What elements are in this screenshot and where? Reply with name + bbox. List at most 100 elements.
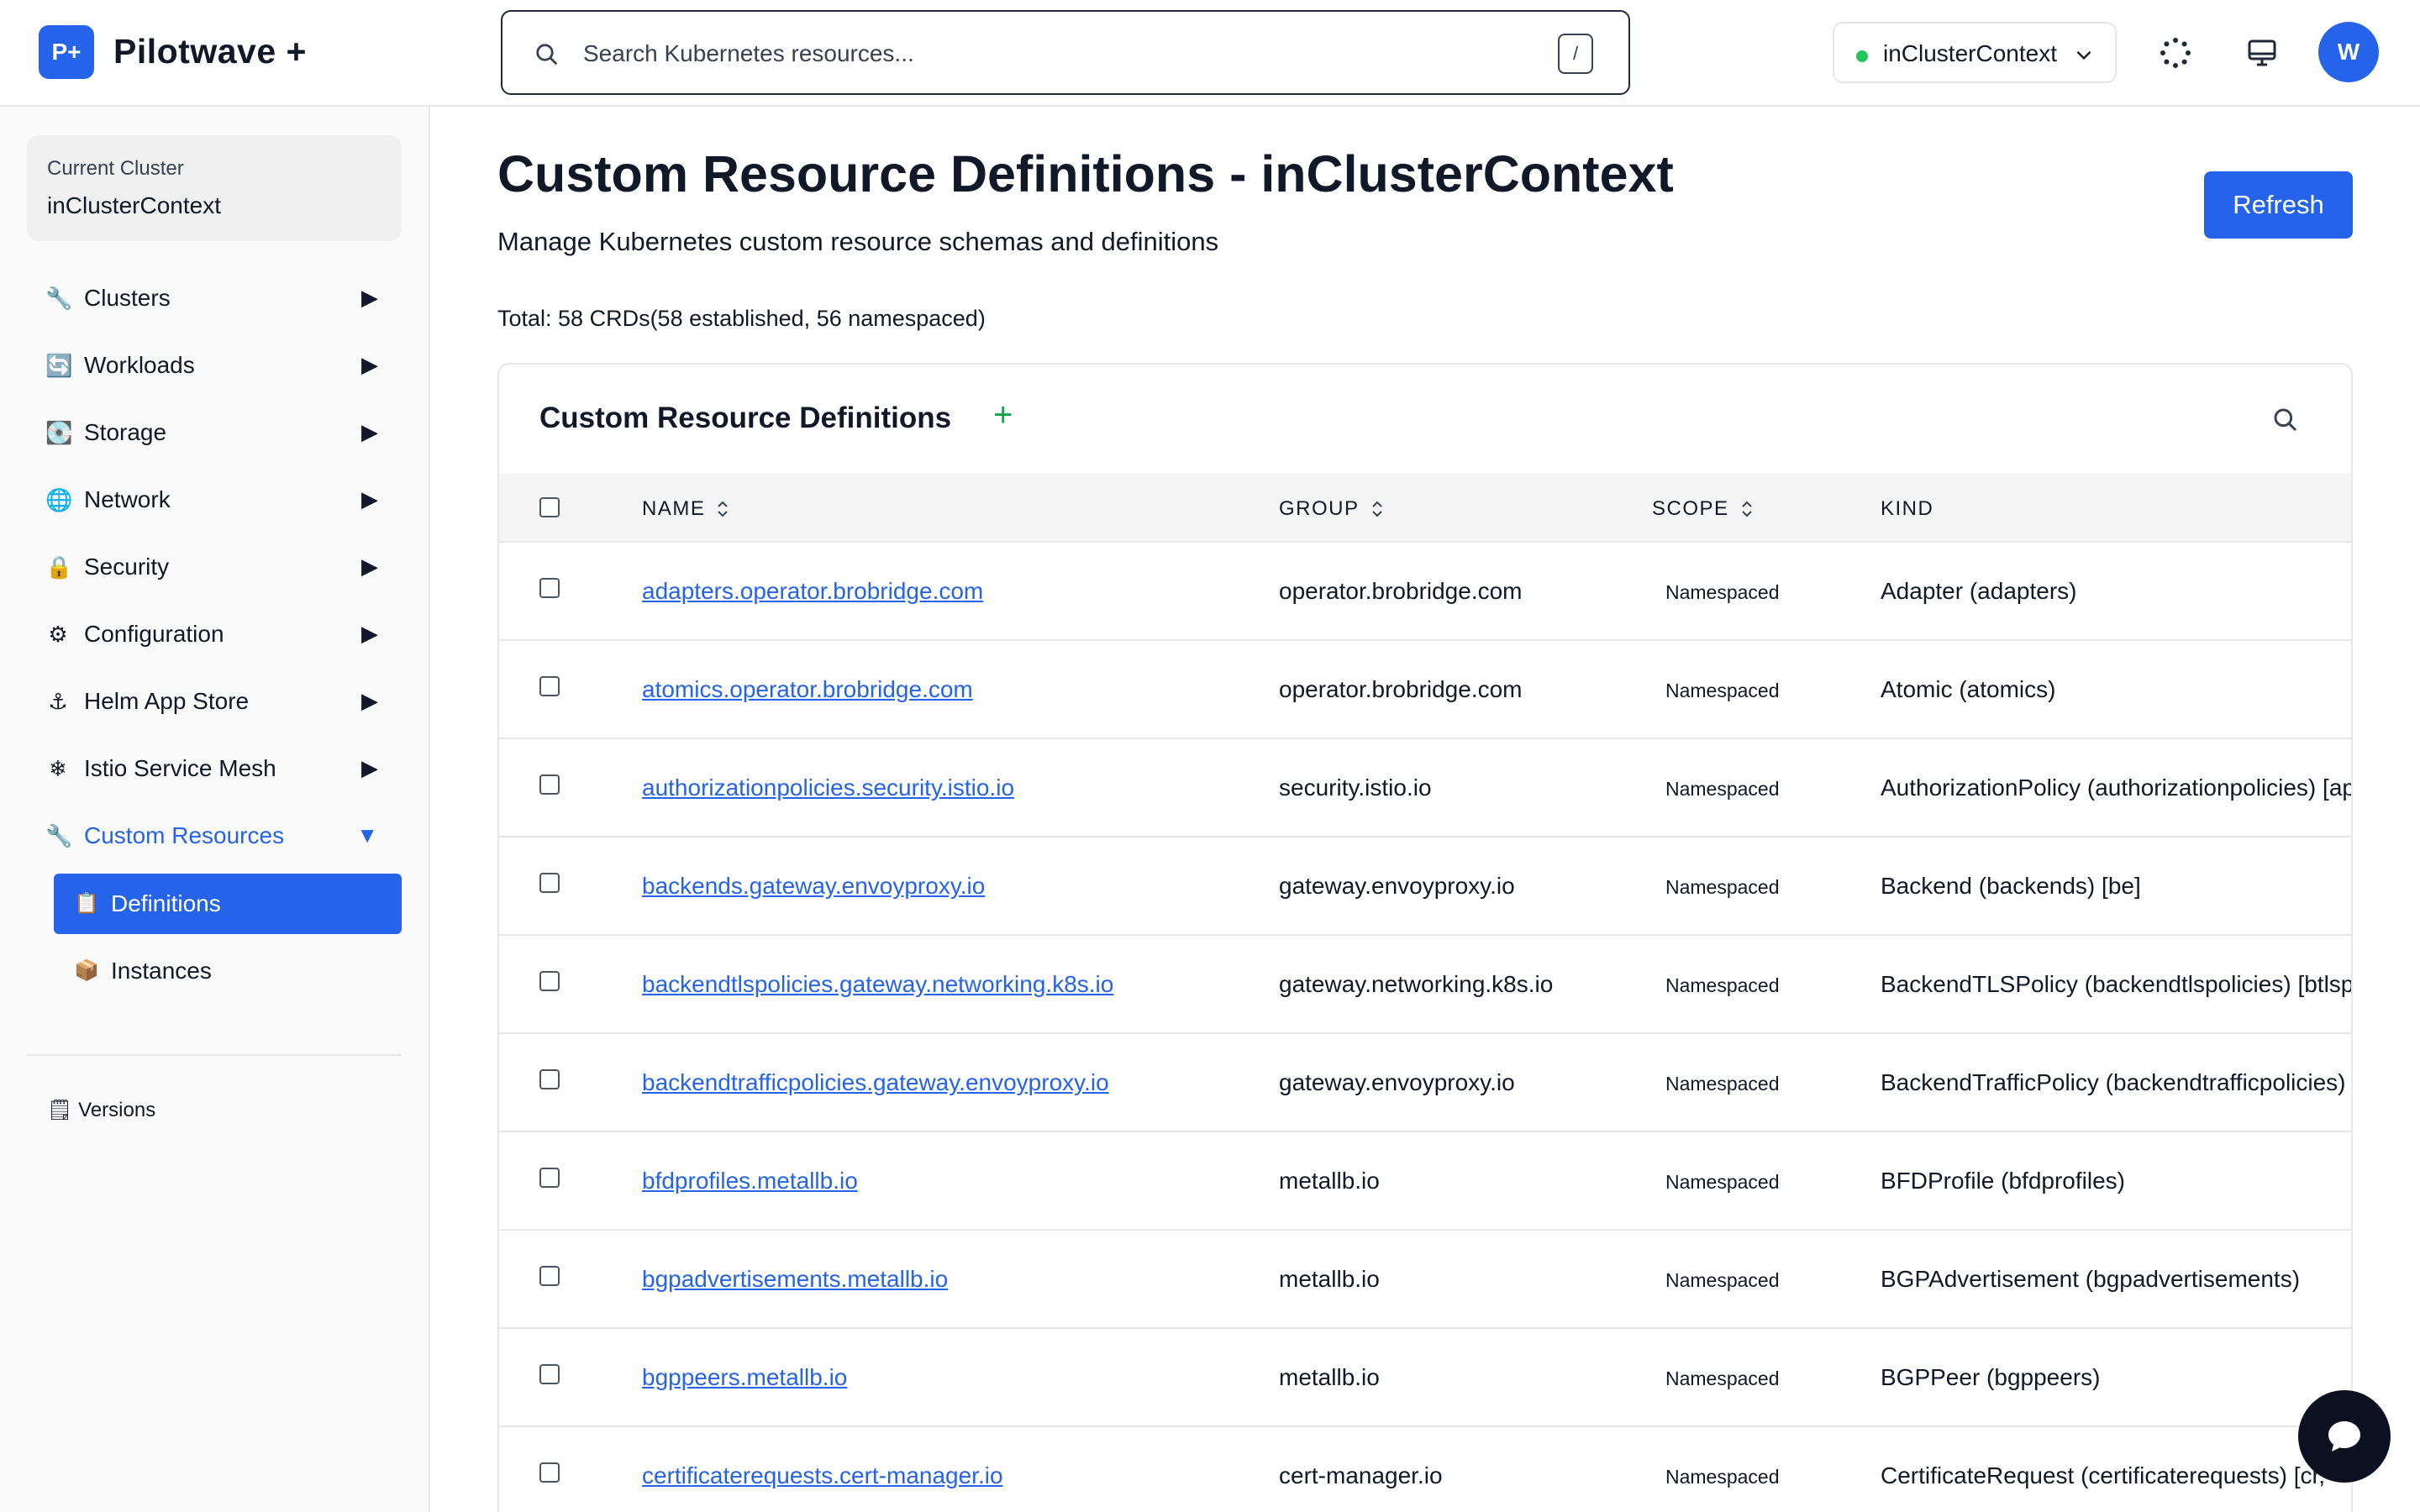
- table-row[interactable]: bgpadvertisements.metallb.io metallb.io …: [499, 1231, 2351, 1329]
- app-name[interactable]: Pilotwave +: [113, 32, 307, 71]
- sort-icon: [1371, 501, 1382, 517]
- row-checkbox[interactable]: [539, 1462, 560, 1483]
- column-header-label: GROUP: [1279, 497, 1360, 520]
- loading-spinner-icon[interactable]: [2159, 36, 2192, 70]
- crd-name-link[interactable]: bgpadvertisements.metallb.io: [642, 1266, 948, 1293]
- package-icon: 📦: [74, 959, 99, 982]
- crd-name-link[interactable]: backendtlspolicies.gateway.networking.k8…: [642, 971, 1113, 998]
- page-subtitle: Manage Kubernetes custom resource schema…: [497, 227, 1219, 256]
- globe-icon: 🌐: [45, 487, 73, 512]
- sidebar-item-label: Configuration: [84, 621, 224, 647]
- refresh-button[interactable]: Refresh: [2204, 171, 2353, 239]
- crd-group: metallb.io: [1279, 1168, 1380, 1194]
- column-header-label: KIND: [1881, 497, 1934, 520]
- sort-icon: [718, 501, 729, 517]
- logo-badge[interactable]: P+: [39, 25, 94, 79]
- row-checkbox[interactable]: [539, 1266, 560, 1286]
- crd-group: operator.brobridge.com: [1279, 578, 1523, 604]
- sidebar-item-security[interactable]: 🔒 Security ▶: [27, 540, 402, 594]
- column-header-scope[interactable]: SCOPE: [1652, 497, 1754, 521]
- table-row[interactable]: bfdprofiles.metallb.io metallb.io Namesp…: [499, 1132, 2351, 1231]
- sidebar-item-workloads[interactable]: 🔄 Workloads ▶: [27, 339, 402, 392]
- current-cluster-label: Current Cluster: [47, 157, 184, 180]
- wrench-icon: 🔧: [45, 823, 73, 848]
- sidebar-subitem-instances[interactable]: 📦 Instances: [54, 941, 402, 1001]
- sidebar-item-network[interactable]: 🌐 Network ▶: [27, 473, 402, 527]
- chat-button[interactable]: [2298, 1390, 2391, 1483]
- crd-kind: BackendTrafficPolicy (backendtrafficpoli…: [1881, 1069, 2346, 1095]
- expand-arrow-icon: ▶: [361, 419, 378, 444]
- column-header-label: SCOPE: [1652, 497, 1729, 520]
- sidebar-item-custom-resources[interactable]: 🔧 Custom Resources ▼: [27, 809, 402, 863]
- crd-table-card: Custom Resource Definitions + NAME GROUP…: [497, 363, 2353, 1512]
- crd-scope: Namespaced: [1665, 974, 1780, 996]
- sidebar-item-label: Helm App Store: [84, 688, 250, 714]
- row-checkbox[interactable]: [539, 1069, 560, 1089]
- table-row[interactable]: adapters.operator.brobridge.com operator…: [499, 543, 2351, 641]
- sidebar-item-clusters[interactable]: 🔧 Clusters ▶: [27, 271, 402, 325]
- select-all-checkbox[interactable]: [539, 497, 560, 517]
- expand-arrow-icon: ▶: [361, 285, 378, 310]
- crd-kind: Backend (backends) [be]: [1881, 873, 2141, 899]
- crd-name-link[interactable]: backends.gateway.envoyproxy.io: [642, 873, 985, 900]
- clipboard-icon: 📋: [74, 892, 99, 915]
- table-row[interactable]: backendtrafficpolicies.gateway.envoyprox…: [499, 1034, 2351, 1132]
- versions-link[interactable]: 🗒 Versions: [47, 1098, 155, 1122]
- sidebar-subitem-label: Instances: [111, 958, 212, 984]
- expand-arrow-icon: ▶: [361, 554, 378, 579]
- table-row[interactable]: authorizationpolicies.security.istio.io …: [499, 739, 2353, 837]
- add-crd-button[interactable]: +: [993, 396, 1013, 434]
- expand-arrow-icon: ▶: [361, 688, 378, 713]
- sidebar-item-storage[interactable]: 💽 Storage ▶: [27, 406, 402, 459]
- table-row[interactable]: backends.gateway.envoyproxy.io gateway.e…: [499, 837, 2351, 936]
- crd-scope: Namespaced: [1665, 778, 1780, 800]
- wrench-icon: 🔧: [45, 286, 73, 311]
- crd-name-link[interactable]: authorizationpolicies.security.istio.io: [642, 774, 1014, 801]
- crd-group: gateway.envoyproxy.io: [1279, 873, 1515, 899]
- user-avatar[interactable]: W: [2318, 22, 2379, 82]
- row-checkbox[interactable]: [539, 578, 560, 598]
- top-header: P+ Pilotwave + / inClusterContext W: [0, 0, 2420, 107]
- crd-group: operator.brobridge.com: [1279, 676, 1523, 702]
- global-search[interactable]: /: [501, 10, 1630, 95]
- crd-scope: Namespaced: [1665, 581, 1780, 603]
- sidebar-subitem-definitions[interactable]: 📋 Definitions: [54, 874, 402, 934]
- sidebar-item-istio-service-mesh[interactable]: ❄ Istio Service Mesh ▶: [27, 742, 402, 795]
- crd-group: gateway.envoyproxy.io: [1279, 1069, 1515, 1095]
- table-row[interactable]: certificaterequests.cert-manager.io cert…: [499, 1427, 2351, 1512]
- context-selector[interactable]: inClusterContext: [1833, 22, 2117, 83]
- sidebar: Current Cluster inClusterContext 🔧 Clust…: [0, 107, 430, 1512]
- crd-name-link[interactable]: certificaterequests.cert-manager.io: [642, 1462, 1003, 1489]
- monitor-icon[interactable]: [2245, 36, 2279, 70]
- column-header-label: NAME: [642, 497, 706, 520]
- column-header-name[interactable]: NAME: [642, 497, 730, 521]
- table-row[interactable]: backendtlspolicies.gateway.networking.k8…: [499, 936, 2351, 1034]
- anchor-icon: ⚓: [48, 689, 68, 714]
- row-checkbox[interactable]: [539, 1168, 560, 1188]
- crd-name-link[interactable]: adapters.operator.brobridge.com: [642, 578, 983, 605]
- table-header: NAME GROUP SCOPE KIND: [499, 474, 2351, 543]
- expand-arrow-icon: ▶: [361, 755, 378, 780]
- sidebar-item-label: Custom Resources: [84, 822, 285, 848]
- table-row[interactable]: atomics.operator.brobridge.com operator.…: [499, 641, 2351, 739]
- page-title: Custom Resource Definitions - inClusterC…: [497, 145, 1674, 202]
- mesh-icon: ❄: [49, 756, 67, 781]
- search-input[interactable]: [583, 37, 1507, 71]
- column-header-group[interactable]: GROUP: [1279, 497, 1385, 521]
- row-checkbox[interactable]: [539, 971, 560, 991]
- crd-name-link[interactable]: backendtrafficpolicies.gateway.envoyprox…: [642, 1069, 1109, 1096]
- row-checkbox[interactable]: [539, 873, 560, 893]
- table-row[interactable]: bgppeers.metallb.io metallb.io Namespace…: [499, 1329, 2351, 1427]
- crd-name-link[interactable]: atomics.operator.brobridge.com: [642, 676, 973, 703]
- crd-name-link[interactable]: bgppeers.metallb.io: [642, 1364, 847, 1391]
- crd-name-link[interactable]: bfdprofiles.metallb.io: [642, 1168, 858, 1194]
- crd-kind: AuthorizationPolicy (authorizationpolici…: [1881, 774, 2353, 801]
- row-checkbox[interactable]: [539, 774, 560, 795]
- sidebar-item-helm-app-store[interactable]: ⚓ Helm App Store ▶: [27, 675, 402, 728]
- gear-icon: ⚙: [48, 622, 68, 647]
- row-checkbox[interactable]: [539, 676, 560, 696]
- row-checkbox[interactable]: [539, 1364, 560, 1384]
- crd-kind: BGPPeer (bgppeers): [1881, 1364, 2101, 1390]
- sidebar-item-configuration[interactable]: ⚙ Configuration ▶: [27, 607, 402, 661]
- table-search-icon[interactable]: [2272, 407, 2299, 433]
